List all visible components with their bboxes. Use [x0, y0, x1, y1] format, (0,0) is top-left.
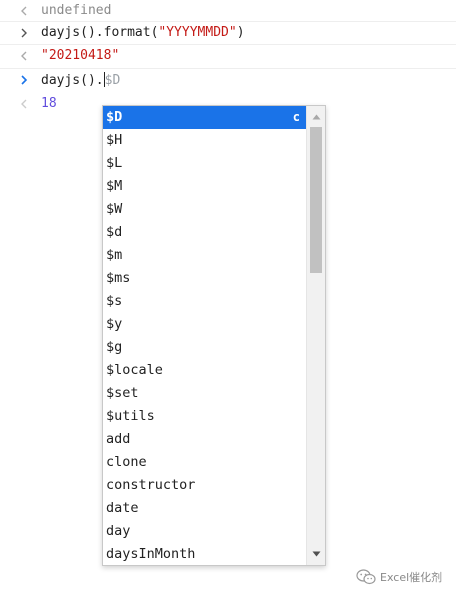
watermark: Excel催化剂: [356, 567, 442, 587]
autocomplete-item-label: constructor: [106, 477, 196, 493]
autocomplete-item[interactable]: $W: [103, 198, 306, 221]
code-prefix: dayjs().format(: [41, 25, 159, 40]
eager-eval-value: 18: [41, 96, 57, 111]
autocomplete-item-label: $d: [106, 224, 123, 240]
autocomplete-item[interactable]: $set: [103, 382, 306, 405]
watermark-text: Excel催化剂: [380, 571, 443, 584]
autocomplete-item-label: $H: [106, 132, 123, 148]
autocomplete-item-label: $g: [106, 339, 123, 355]
result-text: undefined: [41, 3, 112, 18]
autocomplete-item-label: $set: [106, 385, 139, 401]
autocomplete-item[interactable]: $s: [103, 290, 306, 313]
autocomplete-item[interactable]: $g: [103, 336, 306, 359]
autocomplete-item[interactable]: daysInMonth: [103, 543, 306, 566]
autocomplete-item-label: $m: [106, 247, 123, 263]
autocomplete-item[interactable]: add: [103, 428, 306, 451]
item-shortcut-hint: c: [292, 110, 300, 124]
autocomplete-item[interactable]: $utils: [103, 405, 306, 428]
preview-arrow-icon: [18, 96, 30, 112]
autocomplete-item-label: $utils: [106, 408, 155, 424]
autocomplete-item[interactable]: clone: [103, 451, 306, 474]
autocomplete-item[interactable]: day: [103, 520, 306, 543]
autocomplete-item[interactable]: $d: [103, 221, 306, 244]
autocomplete-popup[interactable]: $D c $H $L $M $W $d $m $ms $s $y $g $locale $set $util…: [102, 105, 326, 566]
console-prompt-line[interactable]: dayjs().$D: [0, 69, 456, 93]
autocomplete-item[interactable]: date: [103, 497, 306, 520]
code-suffix: ): [236, 25, 245, 40]
result-arrow-icon: [18, 3, 30, 19]
console-result-line: "20210418": [0, 45, 456, 69]
scroll-up-arrow-icon[interactable]: [307, 108, 325, 126]
autocomplete-item-label: add: [106, 431, 131, 447]
inline-suggestion: $D: [104, 73, 121, 88]
autocomplete-item-label: $W: [106, 201, 123, 217]
wechat-icon: [356, 569, 376, 585]
console-result-line: undefined: [0, 0, 456, 22]
autocomplete-item-label: $y: [106, 316, 123, 332]
autocomplete-item-label: $D: [106, 109, 123, 125]
autocomplete-item[interactable]: $M: [103, 175, 306, 198]
autocomplete-item-label: $locale: [106, 362, 163, 378]
result-arrow-icon: [18, 48, 30, 64]
scrollbar[interactable]: [306, 106, 325, 565]
autocomplete-item[interactable]: $ms: [103, 267, 306, 290]
input-arrow-icon: [18, 25, 30, 41]
prompt-input[interactable]: dayjs().$D: [41, 72, 120, 88]
result-string: "20210418": [41, 48, 120, 63]
autocomplete-item-label: $s: [106, 293, 123, 309]
autocomplete-item-label: date: [106, 500, 139, 516]
autocomplete-item[interactable]: constructor: [103, 474, 306, 497]
autocomplete-item[interactable]: $y: [103, 313, 306, 336]
autocomplete-item-label: $M: [106, 178, 123, 194]
scrollbar-thumb[interactable]: [310, 127, 322, 273]
scroll-down-arrow-icon[interactable]: [307, 545, 325, 563]
autocomplete-item-label: day: [106, 523, 131, 539]
autocomplete-item-label: $ms: [106, 270, 131, 286]
devtools-console: undefined dayjs().format("YYYYMMDD") "20…: [0, 0, 456, 115]
prompt-arrow-icon: [18, 72, 30, 88]
input-code[interactable]: dayjs().format("YYYYMMDD"): [41, 25, 245, 40]
autocomplete-item-selected[interactable]: $D c: [103, 106, 306, 129]
console-input-line[interactable]: dayjs().format("YYYYMMDD"): [0, 22, 456, 45]
code-string: "YYYYMMDD": [158, 25, 237, 40]
autocomplete-list[interactable]: $D c $H $L $M $W $d $m $ms $s $y $g $locale $set $util…: [103, 106, 306, 566]
typed-text: dayjs().: [41, 73, 104, 88]
autocomplete-item[interactable]: $locale: [103, 359, 306, 382]
autocomplete-item-label: daysInMonth: [106, 546, 196, 562]
autocomplete-item[interactable]: $H: [103, 129, 306, 152]
autocomplete-item-label: clone: [106, 454, 147, 470]
autocomplete-item-label: $L: [106, 155, 123, 171]
autocomplete-item[interactable]: $m: [103, 244, 306, 267]
autocomplete-item[interactable]: $L: [103, 152, 306, 175]
